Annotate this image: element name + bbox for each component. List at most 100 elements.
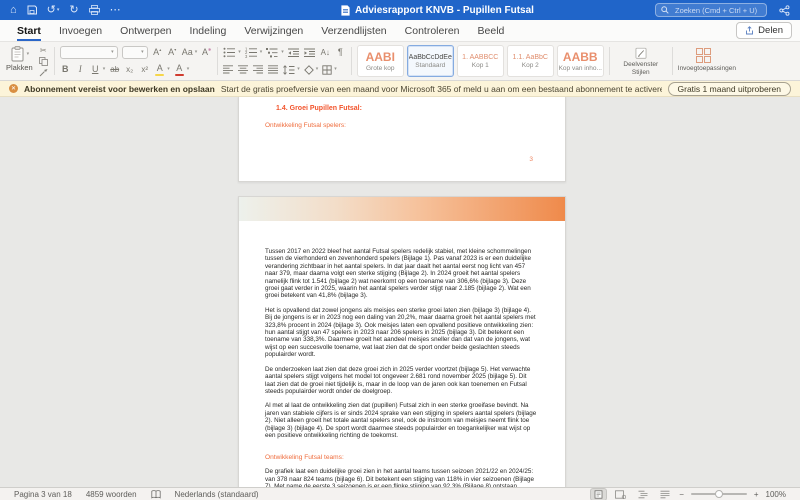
bold-button[interactable]: B [60,65,71,74]
addins-button[interactable]: Invoegtoepassingen [678,45,736,77]
shrink-font-icon[interactable]: A [167,48,178,57]
undo-icon[interactable]: ↺ ▾ [47,4,60,16]
save-icon[interactable] [27,5,37,15]
font-color-button[interactable]: A [174,63,185,76]
shading-button[interactable]: ▾ [303,64,318,75]
align-center-icon[interactable] [238,65,249,74]
paste-button[interactable]: ▾ Plakken [6,46,33,72]
styles-pane-icon [635,47,647,59]
share-icon [746,26,754,35]
svg-text:3: 3 [245,54,248,58]
body-paragraph: De onderzoeken laat zien dat deze groei … [265,365,531,395]
tab-ontwerpen[interactable]: Ontwerpen [111,21,180,41]
statusbar: Pagina 3 van 18 4859 woorden Nederlands … [0,487,800,500]
ribbon: ▾ Plakken ✂ ▾ ▾ A ▴ A ▾ Aa ▾ A ✱ B I U ▾… [0,42,800,81]
web-layout-view-icon[interactable] [613,489,628,500]
redo-icon[interactable]: ↻ [69,4,78,16]
zoom-out-button[interactable]: − [679,490,684,499]
tab-beeld[interactable]: Beeld [469,21,514,41]
style-standaard[interactable]: AaBbCcDdEe Standaard [406,45,454,77]
draft-view-icon[interactable] [657,489,672,500]
decrease-indent-icon[interactable] [287,48,300,58]
tab-verwijzingen[interactable]: Verwijzingen [235,21,312,41]
zoom-in-button[interactable]: + [754,490,759,499]
line-spacing-button[interactable]: ▾ [283,64,300,75]
tab-start[interactable]: Start [8,21,50,41]
section-heading: 1.4. Groei Pupillen Futsal: [276,105,362,112]
numbered-list-button[interactable]: 123 ▾ [245,47,263,58]
more-commands-icon[interactable]: ⋯ [110,4,121,16]
window-title-area: Adviesrapport KNVB - Pupillen Futsal [220,5,655,16]
style-grote-kop[interactable]: AABI Grote kop [356,45,404,77]
word-doc-icon [341,4,350,16]
strikethrough-button[interactable]: ab [109,65,120,74]
tab-indeling[interactable]: Indeling [181,21,236,41]
copy-icon[interactable] [38,57,48,66]
increase-indent-icon[interactable] [303,48,316,58]
sort-icon[interactable]: A↓ [320,48,331,57]
style-kop-2[interactable]: 1.1. AaBbC Kop 2 [506,45,554,77]
share-button[interactable]: Delen [736,22,792,39]
tab-verzendlijsten[interactable]: Verzendlijsten [312,21,395,41]
page-indicator[interactable]: Pagina 3 van 18 [14,490,72,499]
word-count[interactable]: 4859 woorden [86,490,137,499]
body-paragraph: De grafiek laat een duidelijke groei zie… [265,468,535,487]
document-page-3[interactable]: 1.4. Groei Pupillen Futsal: Ontwikkeling… [238,97,566,182]
multilevel-list-button[interactable]: ▾ [266,47,284,58]
align-right-icon[interactable] [253,65,264,74]
body-paragraph: Het is opvallend dat zowel jongens als m… [265,306,536,359]
paste-label: Plakken [6,63,33,72]
clipboard-icon [11,46,24,62]
word-window: ⌂ ↺ ▾ ↻ ⋯ Adviesrapport KNVB - Pupillen F… [0,0,800,500]
cut-icon[interactable]: ✂ [38,47,49,55]
grow-font-icon[interactable]: A [152,48,163,57]
document-page-4[interactable]: Tussen 2017 en 2022 bleef het aantal Fut… [238,196,566,487]
page-number: 3 [529,156,533,163]
highlight-color-button[interactable]: A [154,63,165,76]
tab-invoegen[interactable]: Invoegen [50,21,111,41]
body-paragraph: Tussen 2017 en 2022 bleef het aantal Fut… [265,248,532,300]
font-name-select[interactable]: ▾ [59,46,118,59]
print-layout-view-icon[interactable] [591,488,607,500]
pilcrow-icon[interactable]: ¶ [335,48,346,57]
document-canvas[interactable]: 1.4. Groei Pupillen Futsal: Ontwikkeling… [0,97,800,487]
home-icon[interactable]: ⌂ [10,4,17,16]
clear-formatting-icon[interactable]: A [201,48,212,57]
search-input[interactable] [673,4,761,16]
subscript-button[interactable]: x₂ [124,65,135,74]
style-kop-1[interactable]: 1. AABBCC Kop 1 [456,45,504,77]
paragraph-group: ▾ 123 ▾ ▾ A↓ ¶ ▾ ▾ ▾ [223,45,346,77]
search-box[interactable] [655,3,767,17]
language-indicator[interactable]: Nederlands (standaard) [175,490,259,499]
styles-gallery: AABI Grote kop AaBbCcDdEe Standaard 1. A… [356,45,604,77]
styles-pane-button[interactable]: Deelvenster Stijlen [615,45,667,77]
warning-icon: ✕ [9,84,18,93]
align-left-icon[interactable] [223,65,234,74]
justify-icon[interactable] [268,65,279,74]
print-icon[interactable] [88,5,100,15]
trial-button[interactable]: Gratis 1 maand uitproberen [667,81,791,96]
zoom-slider-thumb[interactable] [714,490,723,498]
zoom-level[interactable]: 100% [766,490,786,499]
tab-controleren[interactable]: Controleren [396,21,469,41]
teams-heading: Ontwikkeling Futsal teams: [265,454,344,462]
quick-access-toolbar: ⌂ ↺ ▾ ↻ ⋯ [10,4,220,16]
proofing-icon[interactable] [150,489,161,499]
change-case-icon[interactable]: Aa [182,48,193,57]
italic-button[interactable]: I [75,65,86,74]
format-painter-icon[interactable] [39,68,48,77]
subscription-notification-bar: ✕ Abonnement vereist voor bewerken en op… [0,81,800,97]
borders-button[interactable]: ▾ [322,64,337,75]
underline-button[interactable]: U [90,65,101,74]
notification-message: Start de gratis proefversie van een maan… [220,83,662,94]
outline-view-icon[interactable] [635,489,650,500]
clipboard-group: ▾ Plakken ✂ [6,45,49,77]
style-kop-van-inhoud[interactable]: AABB Kop van inho... [556,45,604,77]
font-size-select[interactable]: ▾ [121,46,148,59]
zoom-slider[interactable] [690,490,747,498]
superscript-button[interactable]: x² [139,65,150,74]
font-group: ▾ ▾ A A Aa▾ A B I U▾ ab x₂ x² A [59,45,213,77]
search-icon [661,6,669,14]
share-link-icon[interactable] [779,4,790,16]
bullet-list-button[interactable]: ▾ [223,47,241,58]
